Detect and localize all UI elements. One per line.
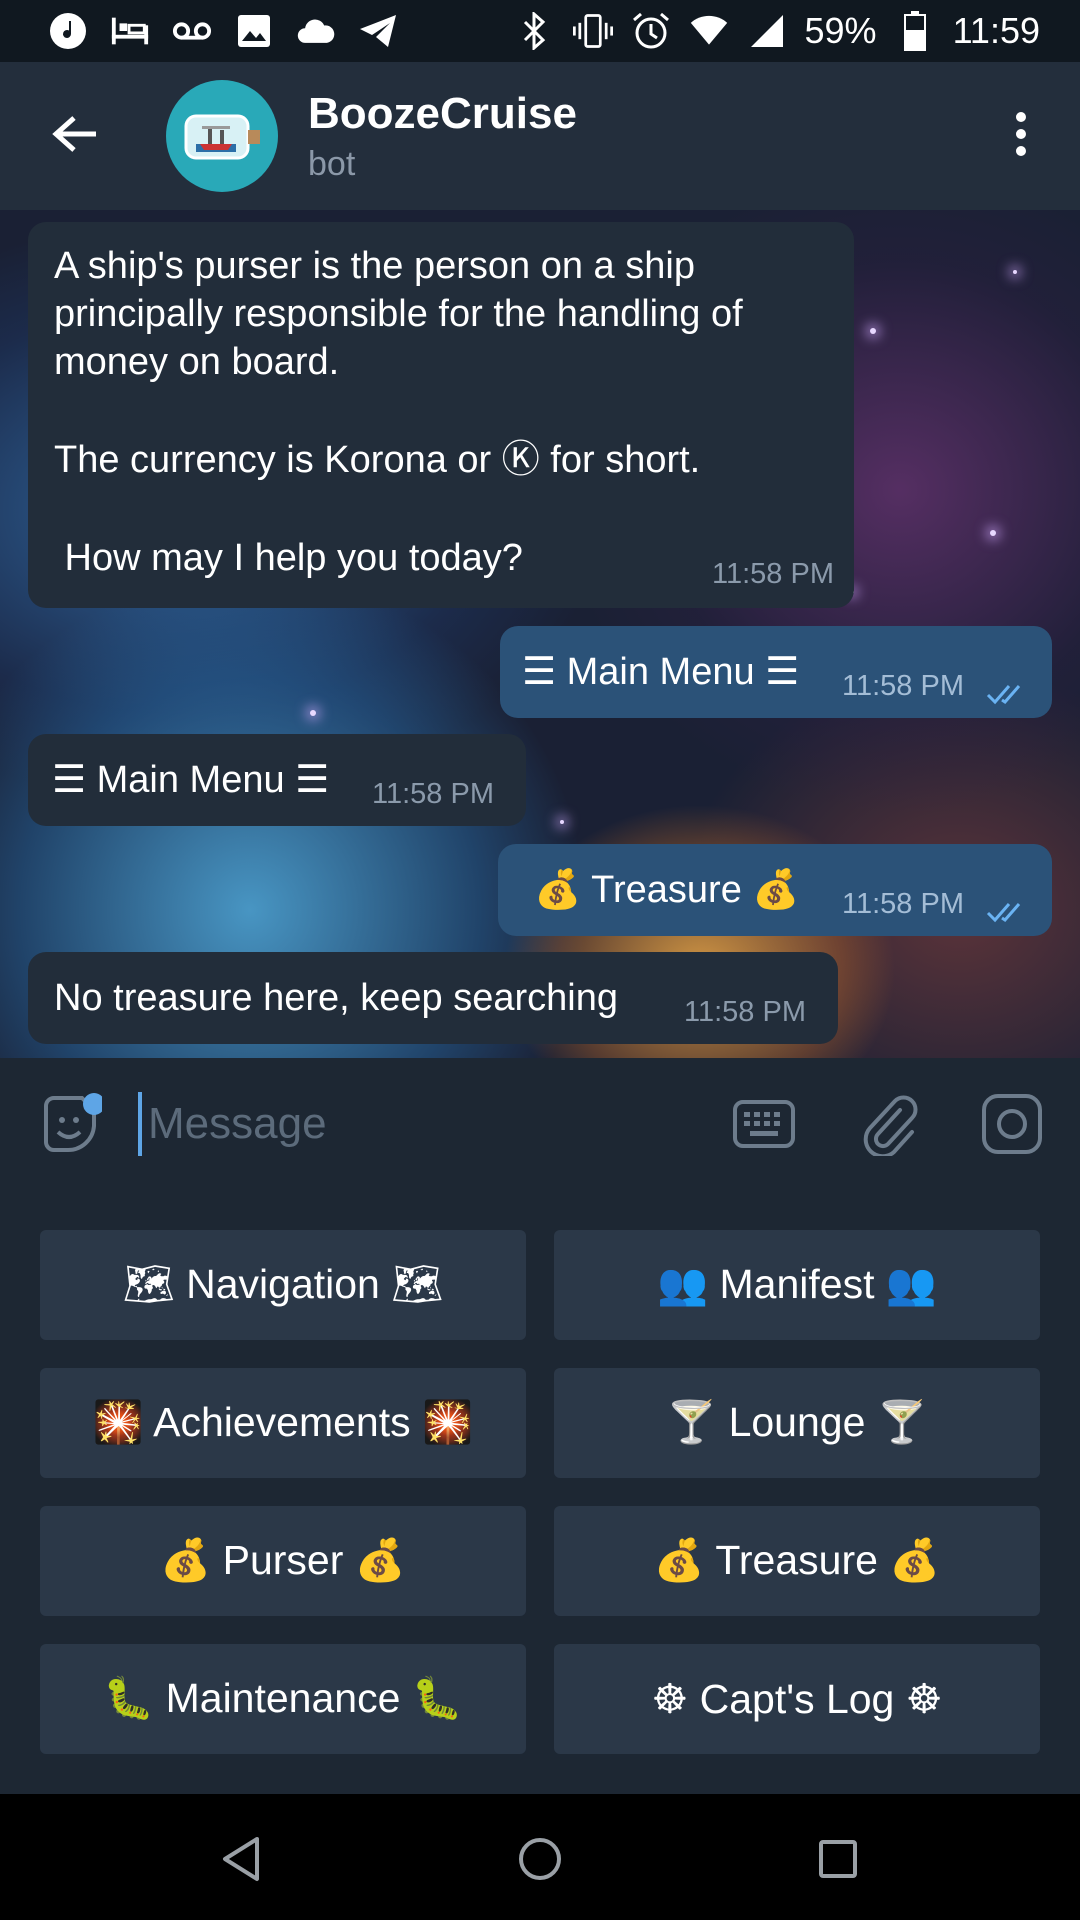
wifi-icon (689, 11, 729, 51)
navigation-button[interactable]: 🗺 Navigation 🗺 (40, 1230, 526, 1340)
chat-title[interactable]: BoozeCruise (308, 89, 577, 139)
telegram-icon (358, 11, 398, 51)
bot-keyboard: 🗺 Navigation 🗺 👥 Manifest 👥 🎇 Achievemen… (0, 1190, 1080, 1794)
star (870, 328, 876, 334)
keyboard-icon[interactable] (732, 1096, 796, 1152)
avatar[interactable] (166, 80, 278, 192)
outgoing-message[interactable]: 💰 Treasure 💰 11:58 PM (498, 844, 1052, 936)
double-check-icon (986, 888, 1030, 936)
nav-back-icon (223, 1837, 259, 1881)
system-nav-bar (0, 1794, 1080, 1920)
chat-background: A ship's purser is the person on a ship … (0, 210, 1080, 1058)
attach-icon[interactable] (860, 1092, 920, 1156)
nav-home-button[interactable] (505, 1824, 575, 1894)
message-line: A ship's purser is the person on a ship (54, 245, 695, 287)
message-text: No treasure here, keep searching (54, 977, 618, 1019)
manifest-button[interactable]: 👥 Manifest 👥 (554, 1230, 1040, 1340)
message-line: principally responsible for the handling… (54, 293, 743, 335)
outgoing-message[interactable]: ☰ Main Menu ☰ 11:58 PM (500, 626, 1052, 718)
message-text: ☰ Main Menu ☰ (522, 651, 800, 693)
achievements-button[interactable]: 🎇 Achievements 🎇 (40, 1368, 526, 1478)
nav-recents-icon (819, 1840, 857, 1878)
bluetooth-icon (515, 11, 555, 51)
message-time: 11:58 PM (684, 996, 806, 1028)
battery-icon (895, 11, 935, 51)
star (1013, 270, 1017, 274)
message-text: 💰 Treasure 💰 (534, 869, 800, 911)
vibrate-icon (572, 11, 613, 51)
battery-percent: 59% (804, 10, 877, 51)
double-check-icon (986, 670, 1030, 718)
message-line: How may I help you today? (54, 537, 523, 579)
incoming-message[interactable]: No treasure here, keep searching 11:58 P… (28, 952, 838, 1044)
sticker-icon[interactable] (38, 1092, 102, 1156)
bottle-ship-icon (184, 114, 260, 160)
message-line: The currency is Korona or Ⓚ for short. (54, 439, 701, 481)
nav-recents-button[interactable] (803, 1824, 873, 1894)
incoming-message[interactable]: ☰ Main Menu ☰ 11:58 PM (28, 734, 526, 826)
message-text: ☰ Main Menu ☰ (52, 759, 330, 801)
signal-icon (747, 11, 787, 51)
purser-button[interactable]: 💰 Purser 💰 (40, 1506, 526, 1616)
treasure-button[interactable]: 💰 Treasure 💰 (554, 1506, 1040, 1616)
star (560, 820, 564, 824)
back-button[interactable] (40, 101, 110, 171)
more-vert-icon (1015, 111, 1027, 162)
message-line: money on board. (54, 341, 340, 383)
message-line (54, 386, 743, 436)
capts-log-button[interactable]: ☸ Capt's Log ☸ (554, 1644, 1040, 1754)
message-line (54, 484, 743, 534)
alarm-icon (631, 11, 671, 51)
image-icon (234, 11, 274, 51)
more-options-button[interactable] (996, 96, 1046, 176)
message-input-bar (0, 1058, 1080, 1190)
star (310, 710, 316, 716)
music-note-icon (48, 11, 88, 51)
voicemail-icon (172, 11, 212, 51)
message-time: 11:58 PM (842, 888, 964, 920)
message-time: 11:58 PM (372, 778, 494, 810)
bed-icon (110, 11, 150, 51)
clock: 11:59 (952, 10, 1040, 51)
message-time: 11:58 PM (712, 558, 834, 590)
status-bar: 59% 11:59 (0, 0, 1080, 62)
chat-subtitle: bot (308, 144, 356, 183)
incoming-message[interactable]: A ship's purser is the person on a ship … (28, 222, 854, 608)
maintenance-button[interactable]: 🐛 Maintenance 🐛 (40, 1644, 526, 1754)
nav-back-button[interactable] (206, 1824, 276, 1894)
cloud-icon (296, 11, 336, 51)
back-arrow-icon (52, 114, 98, 159)
message-input[interactable] (138, 1092, 698, 1156)
lounge-button[interactable]: 🍸 Lounge 🍸 (554, 1368, 1040, 1478)
star (990, 530, 996, 536)
message-time: 11:58 PM (842, 670, 964, 702)
nav-home-icon (519, 1838, 561, 1880)
chat-header: BoozeCruise bot (0, 62, 1080, 210)
camera-icon[interactable] (980, 1092, 1044, 1156)
